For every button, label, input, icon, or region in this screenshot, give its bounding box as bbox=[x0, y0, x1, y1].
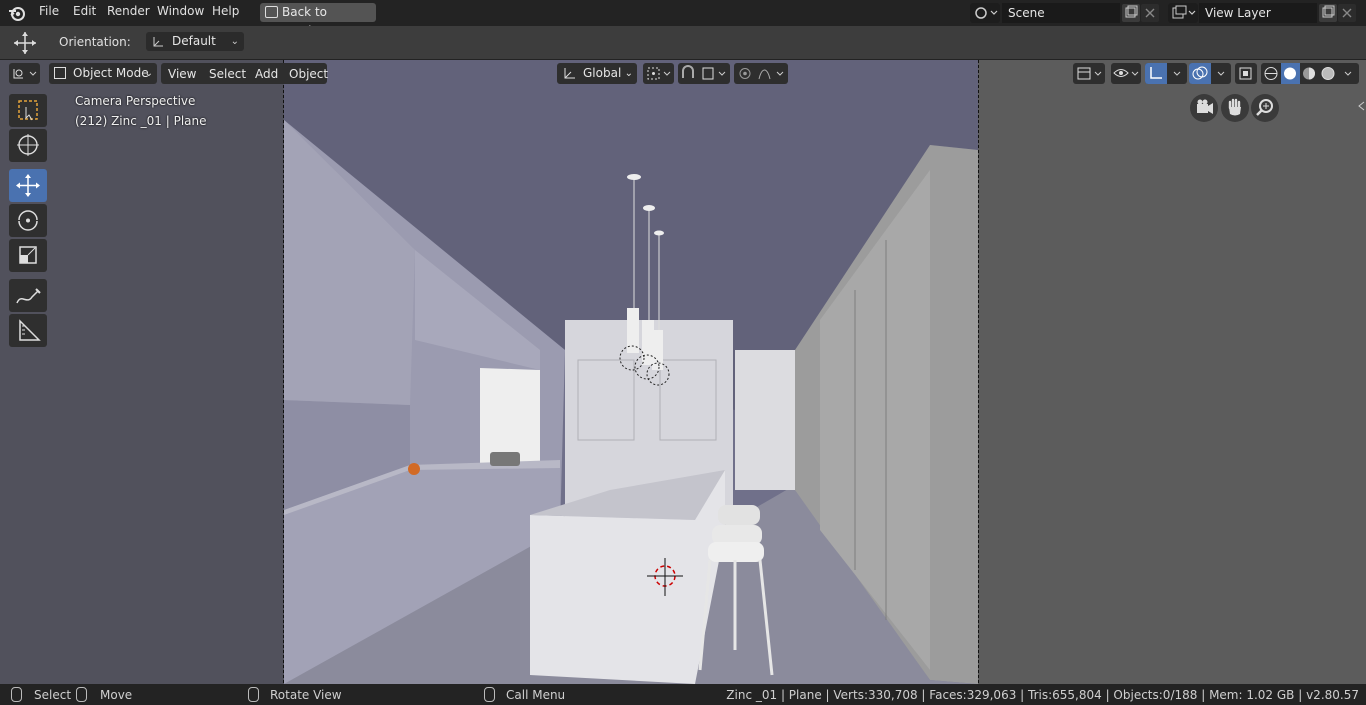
3d-viewport[interactable]: Object Mode ⌄ View Select Add Object Glo… bbox=[0, 60, 1366, 684]
measure-tool[interactable] bbox=[9, 314, 47, 347]
eye-icon bbox=[1113, 69, 1139, 77]
orientation-dropdown[interactable]: Default ⌄ bbox=[146, 32, 244, 51]
viewport-active-object-label: (212) Zinc _01 | Plane bbox=[75, 114, 207, 128]
middle-mouse-icon bbox=[248, 687, 259, 702]
3d-viewport-icon bbox=[13, 69, 37, 79]
orientation-value: Default bbox=[172, 34, 216, 48]
shading-mode-group[interactable] bbox=[1261, 63, 1359, 84]
duplicate-icon bbox=[1125, 5, 1138, 18]
blender-logo-icon[interactable] bbox=[8, 4, 26, 22]
annotate-icon bbox=[16, 288, 41, 304]
object-type-visibility-dropdown[interactable] bbox=[1073, 63, 1105, 84]
pivot-point-icon bbox=[647, 67, 671, 80]
snap-controls[interactable] bbox=[678, 63, 730, 84]
object-menu[interactable]: Object bbox=[289, 64, 328, 84]
camera-icon bbox=[1197, 99, 1213, 114]
status-select-hint: Select bbox=[34, 688, 72, 702]
delete-scene-button[interactable] bbox=[1141, 4, 1159, 22]
delete-view-layer-button[interactable] bbox=[1338, 4, 1356, 22]
duplicate-icon bbox=[1322, 5, 1335, 18]
zoom-icon bbox=[1256, 99, 1273, 116]
rotate-tool[interactable] bbox=[9, 204, 47, 237]
view-menu[interactable]: View bbox=[168, 64, 196, 84]
scale-tool[interactable] bbox=[9, 239, 47, 272]
mode-dropdown[interactable]: Object Mode ⌄ bbox=[49, 63, 157, 84]
gizmo-toggle[interactable] bbox=[1145, 63, 1187, 84]
new-scene-button[interactable] bbox=[1122, 4, 1140, 22]
menu-file[interactable]: File bbox=[39, 4, 59, 18]
close-icon bbox=[1145, 8, 1155, 18]
top-menu-bar: File Edit Render Window Help Back to Pre… bbox=[0, 0, 1366, 38]
mode-label: Object Mode bbox=[73, 66, 149, 80]
status-rotate-view-hint: Rotate View bbox=[270, 688, 342, 702]
add-menu[interactable]: Add bbox=[255, 64, 278, 84]
overlay-icon bbox=[1192, 66, 1225, 80]
view-layer-name-field[interactable]: View Layer bbox=[1199, 3, 1317, 23]
cursor-icon bbox=[17, 134, 39, 156]
pivot-point-dropdown[interactable] bbox=[643, 63, 674, 84]
scene-icon bbox=[975, 7, 998, 19]
hand-icon bbox=[1228, 98, 1241, 116]
selectability-dropdown[interactable] bbox=[1111, 63, 1141, 84]
cursor-tool[interactable] bbox=[9, 129, 47, 162]
viewport-camera-label: Camera Perspective bbox=[75, 94, 196, 108]
sidebar-toggle-icon[interactable] bbox=[1356, 100, 1366, 112]
menu-help[interactable]: Help bbox=[212, 4, 239, 18]
gizmo-icon bbox=[1150, 67, 1181, 79]
measure-icon bbox=[19, 319, 41, 341]
object-mode-icon bbox=[54, 67, 66, 79]
shading-icons bbox=[1264, 67, 1352, 80]
close-icon bbox=[1342, 8, 1352, 18]
transform-orientation-dropdown[interactable]: Global ⌄ bbox=[557, 63, 637, 84]
status-scene-stats: Zinc _01 | Plane | Verts:330,708 | Faces… bbox=[726, 688, 1359, 702]
proportional-editing-controls[interactable] bbox=[734, 63, 788, 84]
move-tool[interactable] bbox=[9, 169, 47, 202]
tool-settings-header: Orientation: Default ⌄ bbox=[0, 26, 1366, 59]
transform-orientation-value: Global bbox=[583, 66, 622, 80]
select-menu[interactable]: Select bbox=[209, 64, 246, 84]
annotate-tool[interactable] bbox=[9, 279, 47, 312]
chevron-down-icon: ⌄ bbox=[624, 68, 633, 79]
xray-icon bbox=[1239, 67, 1252, 80]
chevron-down-icon: ⌄ bbox=[144, 68, 153, 79]
menu-render[interactable]: Render bbox=[107, 4, 150, 18]
status-bar: Select Move Rotate View Call Menu Zinc _… bbox=[0, 684, 1366, 705]
new-view-layer-button[interactable] bbox=[1319, 4, 1337, 22]
back-to-previous-button[interactable]: Back to Previous bbox=[260, 3, 376, 38]
drag-mouse-icon bbox=[76, 687, 87, 702]
move-icon bbox=[16, 174, 40, 197]
window-back-icon bbox=[265, 6, 278, 18]
camera-view-button[interactable] bbox=[1190, 94, 1218, 122]
rotate-icon bbox=[18, 210, 38, 231]
xray-toggle[interactable] bbox=[1235, 63, 1257, 84]
overlay-toggle[interactable] bbox=[1189, 63, 1231, 84]
orientation-icon bbox=[153, 37, 163, 47]
menu-edit[interactable]: Edit bbox=[73, 4, 96, 18]
viewport-scene[interactable] bbox=[0, 60, 1366, 684]
right-mouse-icon bbox=[484, 687, 495, 702]
scene-name-field[interactable]: Scene bbox=[1002, 3, 1120, 23]
view-layer-icon bbox=[1172, 5, 1196, 19]
move-tool-icon bbox=[14, 32, 36, 54]
status-move-hint: Move bbox=[100, 688, 133, 702]
left-mouse-icon bbox=[11, 687, 22, 702]
pan-view-button[interactable] bbox=[1221, 94, 1249, 122]
select-box-icon bbox=[18, 100, 38, 121]
editor-type-dropdown[interactable] bbox=[9, 63, 40, 84]
zoom-view-button[interactable] bbox=[1251, 94, 1279, 122]
scene-type-dropdown[interactable] bbox=[970, 3, 1000, 23]
object-visibility-icon bbox=[1077, 67, 1102, 80]
select-box-tool[interactable] bbox=[9, 94, 47, 127]
status-call-menu-hint: Call Menu bbox=[506, 688, 566, 702]
chevron-down-icon: ⌄ bbox=[230, 36, 239, 47]
view-layer-dropdown[interactable] bbox=[1168, 3, 1198, 23]
orientation-label: Orientation: bbox=[59, 35, 131, 49]
snap-icon bbox=[682, 65, 726, 80]
proportional-edit-icon bbox=[739, 68, 784, 80]
scale-icon bbox=[19, 246, 37, 264]
menu-window[interactable]: Window bbox=[157, 4, 204, 18]
global-orientation-icon bbox=[564, 68, 575, 79]
